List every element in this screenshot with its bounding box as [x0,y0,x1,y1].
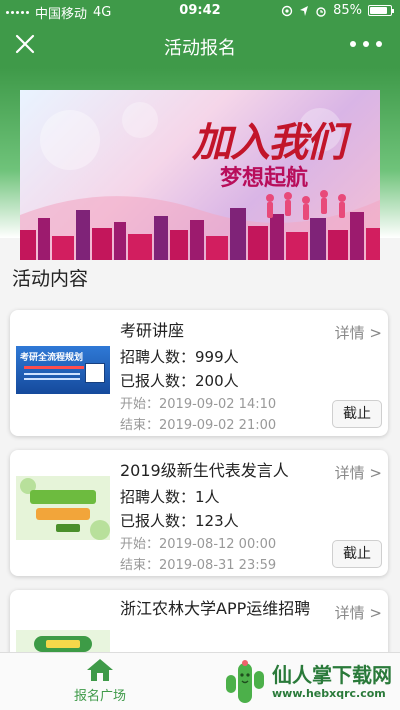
nav-bar: 活动报名 [0,22,400,68]
activity-card[interactable]: 2019级新生代表发言人 详情 > 招聘人数：1人 已报人数：123人 开始：2… [10,450,388,576]
detail-link[interactable]: 详情 > [335,322,382,343]
enrolled-text: 已报人数：200人 [120,372,239,390]
watermark-url: www.hebxqrc.com [272,687,386,700]
watermark-name: 仙人掌下载网 [272,663,392,687]
battery-icon [368,5,394,16]
activity-name: 2019级新生代表发言人 [120,461,289,480]
status-button[interactable]: 截止 [332,540,382,568]
tab-bar: 报名广场 仙人掌下载网 www.hebxqrc.com [0,652,400,710]
banner-image: 加入我们 梦想起航 [20,90,380,260]
end-time: 结束：2019-08-31 23:59 [120,558,277,573]
activity-name: 考研讲座 [120,321,185,340]
status-button[interactable]: 截止 [332,400,382,428]
start-time: 开始：2019-08-12 00:00 [120,537,277,552]
activity-thumbnail [16,476,110,540]
qr-code-icon [85,363,105,383]
cactus-icon [226,660,264,703]
watermark: 仙人掌下载网 www.hebxqrc.com [222,657,400,709]
detail-link[interactable]: 详情 > [335,462,382,483]
tab-label: 报名广场 [73,689,126,704]
enrolled-text: 已报人数：123人 [120,512,239,530]
location-icon [281,5,293,16]
alarm-icon [316,6,326,17]
thumbnail-caption: 考研全流程规划 [20,353,84,363]
navigation-arrow-icon [300,5,309,16]
activity-thumbnail: 考研全流程规划 [16,346,110,394]
tab-enroll-square[interactable]: 报名广场 [60,657,140,704]
detail-link[interactable]: 详情 > [335,602,382,623]
start-time: 开始：2019-09-02 14:10 [120,397,277,412]
activity-name: 浙江农林大学APP运维招聘 [120,599,311,618]
activity-card[interactable]: 考研全流程规划 考研讲座 详情 > 招聘人数：999人 已报人数：200人 开始… [10,310,388,436]
thumbnail-art [16,476,110,540]
quota-text: 招聘人数：1人 [120,488,220,506]
banner-slogan-art-2: 梦想起航 [220,165,309,191]
section-title: 活动内容 [12,268,89,290]
quota-text: 招聘人数：999人 [120,348,239,366]
status-right: 85% [281,3,394,18]
page-title: 活动报名 [164,38,236,59]
more-options-icon[interactable] [350,33,382,55]
battery-percent: 85% [333,3,362,18]
end-time: 结束：2019-09-02 21:00 [120,418,277,433]
home-icon [87,659,113,681]
status-bar: 中国移动 4G 09:42 85% [0,0,400,22]
